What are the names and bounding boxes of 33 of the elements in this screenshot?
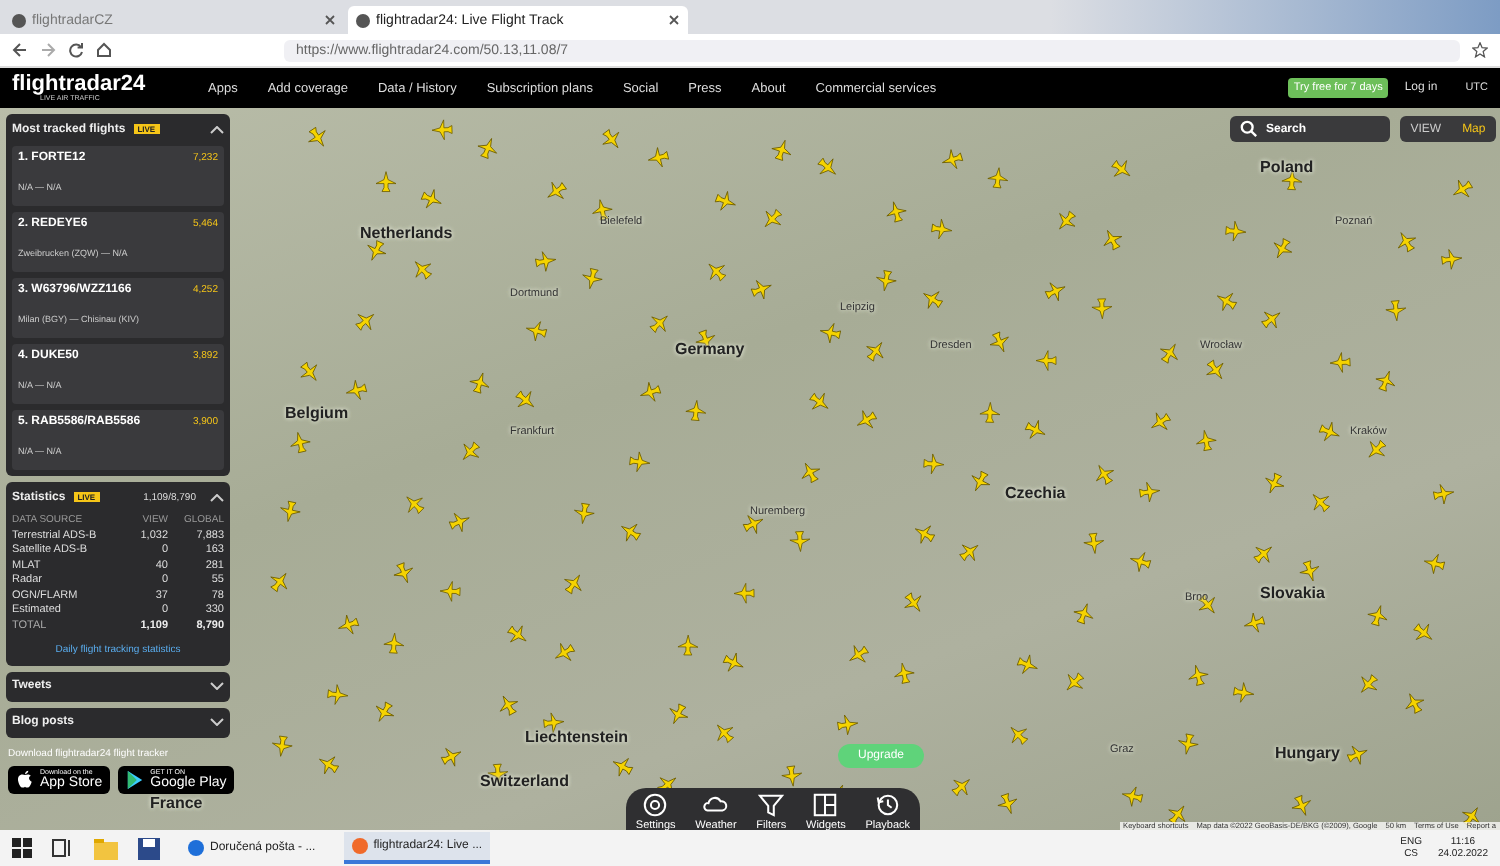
country-label: Liechtenstein — [525, 728, 629, 747]
country-label: Hungary — [1275, 743, 1340, 762]
country-label: Belgium — [285, 404, 349, 422]
close-icon[interactable] — [324, 14, 336, 26]
favicon-icon — [12, 13, 26, 27]
country-label: Poland — [1260, 158, 1314, 177]
cloud-icon — [702, 791, 729, 817]
task-view-icon[interactable] — [52, 838, 74, 858]
chevron-down-icon[interactable] — [210, 682, 224, 690]
country-label: Germany — [675, 339, 745, 358]
star-icon[interactable] — [1472, 42, 1488, 58]
reload-icon[interactable] — [68, 42, 84, 58]
chevron-down-icon[interactable] — [210, 718, 224, 726]
gear-icon — [642, 791, 669, 817]
close-icon[interactable] — [668, 14, 680, 26]
windows-start-icon[interactable] — [12, 838, 32, 858]
logo-text: flightradar24 — [12, 73, 148, 96]
country-label: Switzerland — [480, 772, 569, 791]
widget-icon — [812, 791, 839, 817]
country-label: Netherlands — [360, 223, 453, 242]
country-label: Slovakia — [1260, 584, 1325, 603]
play-icon — [126, 769, 145, 790]
filter-icon — [758, 791, 785, 817]
country-label: France — [150, 793, 203, 812]
back-icon[interactable] — [12, 42, 28, 58]
chevron-up-icon[interactable] — [210, 125, 224, 133]
home-icon[interactable] — [96, 42, 112, 58]
country-label: Czechia — [1005, 483, 1066, 502]
search-icon — [1240, 120, 1258, 138]
chevron-up-icon[interactable] — [210, 493, 224, 501]
apple-icon — [16, 769, 34, 790]
clock-icon — [874, 791, 901, 817]
favicon-icon — [356, 13, 370, 27]
